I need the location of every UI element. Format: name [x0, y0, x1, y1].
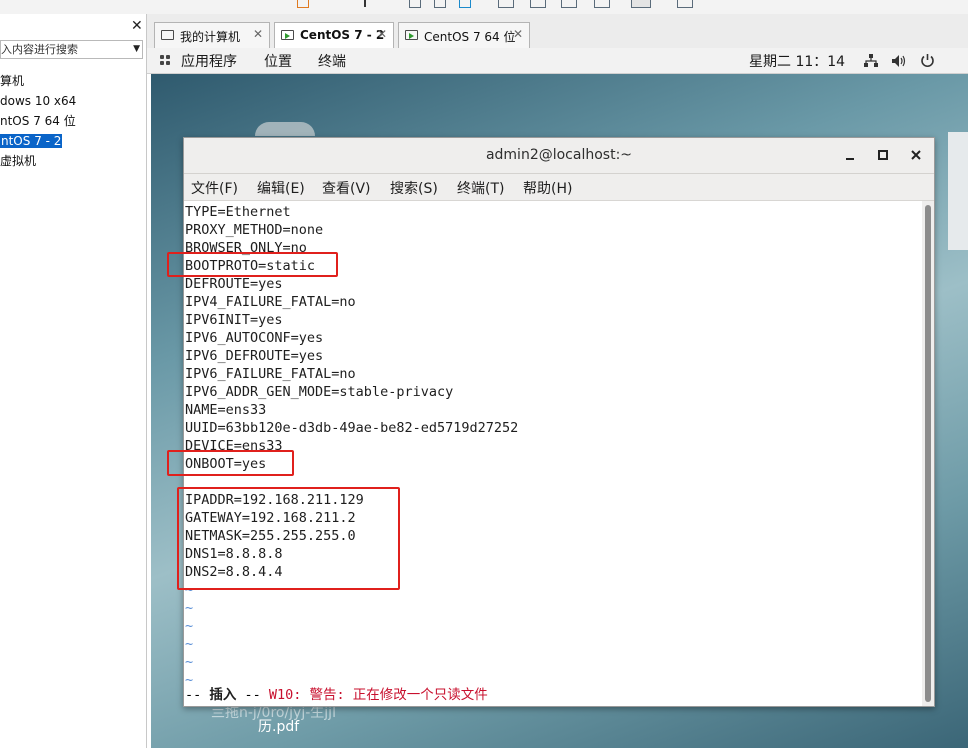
terminal-scrollbar[interactable] [922, 201, 934, 706]
fullscreen-icon[interactable] [561, 0, 577, 8]
menu-file[interactable]: 文件(F) [191, 178, 238, 198]
vim-empty-line: ~ [185, 618, 194, 634]
tree-item-shared-vms[interactable]: 虚拟机 [0, 151, 146, 171]
tree-item-windows10[interactable]: dows 10 x64 [0, 91, 146, 111]
tab-label: 我的计算机 [180, 30, 241, 44]
thumbnail-icon[interactable] [631, 0, 651, 8]
vmware-toolbar [0, 0, 968, 15]
library-panel: ✕ ▼ 算机 dows 10 x64 ntOS 7 64 位 ntOS 7 - … [0, 14, 147, 748]
vim-warning: W10: 警告: 正在修改一个只读文件 [268, 687, 488, 703]
computer-icon [161, 30, 174, 40]
vim-status-line: -- 插入 -- W10: 警告: 正在修改一个只读文件 [185, 687, 488, 703]
terminal-line: NAME=ens33 [185, 402, 267, 418]
tab-label: CentOS 7 64 位 [424, 30, 516, 44]
applications-icon [160, 55, 171, 66]
tab-my-computer[interactable]: 我的计算机 ✕ [154, 22, 270, 48]
chevron-down-icon[interactable]: ▼ [133, 44, 140, 54]
menu-help[interactable]: 帮助(H) [523, 178, 572, 198]
vm-tab-bar: 我的计算机 ✕ CentOS 7 - 2 ✕ CentOS 7 64 位 ✕ [147, 14, 968, 49]
desktop-side-panel [948, 132, 968, 250]
terminal-menubar: 文件(F) 编辑(E) 查看(V) 搜索(S) 终端(T) 帮助(H) [184, 174, 934, 201]
highlight-network-config [177, 487, 400, 590]
tab-label: CentOS 7 - 2 [300, 28, 385, 42]
terminal-line: TYPE=Ethernet [185, 204, 291, 220]
vm-running-icon [281, 30, 294, 40]
close-library-icon[interactable]: ✕ [131, 18, 143, 34]
menu-terminal[interactable]: 终端(T) [457, 178, 504, 198]
library-search-input[interactable] [1, 41, 127, 58]
vim-empty-line: ~ [185, 654, 194, 670]
terminal-line: IPV6_ADDR_GEN_MODE=stable-privacy [185, 384, 454, 400]
terminal-titlebar[interactable]: admin2@localhost:~ [184, 138, 934, 174]
tree-item-my-computer[interactable]: 算机 [0, 71, 146, 91]
terminal-window: admin2@localhost:~ 文件(F) 编辑(E) 查看(V) 搜索(… [183, 137, 935, 707]
highlight-bootproto [167, 252, 338, 277]
snapshot-icon[interactable] [297, 0, 309, 8]
terminal-line: IPV6_FAILURE_FATAL=no [185, 366, 356, 382]
close-icon[interactable] [907, 146, 925, 164]
volume-icon[interactable] [891, 54, 907, 68]
vim-empty-line: ~ [185, 600, 194, 616]
maximize-icon[interactable] [874, 146, 892, 164]
power-icon[interactable] [920, 53, 935, 68]
vm-running-icon [405, 30, 418, 40]
menu-edit[interactable]: 编辑(E) [257, 178, 305, 198]
terminal-menu[interactable]: 终端 [318, 51, 346, 71]
terminal-line: IPV6INIT=yes [185, 312, 283, 328]
places-menu[interactable]: 位置 [264, 51, 292, 71]
minimize-icon[interactable] [841, 146, 859, 164]
vim-mode: 插入 [209, 687, 237, 703]
scrollbar-thumb[interactable] [925, 205, 931, 702]
menu-search[interactable]: 搜索(S) [390, 178, 438, 198]
desktop-file-label[interactable]: 历.pdf [258, 716, 299, 736]
vim-empty-line: ~ [185, 672, 194, 688]
highlight-onboot [167, 450, 294, 476]
close-icon[interactable]: ✕ [253, 27, 263, 41]
applications-menu[interactable]: 应用程序 [181, 51, 237, 71]
tree-item-centos7-2[interactable]: ntOS 7 - 2 [0, 131, 146, 151]
tab-centos7-2[interactable]: CentOS 7 - 2 ✕ [274, 22, 394, 48]
library-tree: 算机 dows 10 x64 ntOS 7 64 位 ntOS 7 - 2 虚拟… [0, 71, 146, 171]
library-search[interactable]: ▼ [0, 40, 143, 59]
send-keys-icon[interactable] [364, 0, 370, 7]
network-icon[interactable] [864, 54, 878, 68]
tab-centos7-64[interactable]: CentOS 7 64 位 ✕ [398, 22, 530, 48]
terminal-line: IPV6_DEFROUTE=yes [185, 348, 324, 364]
view-icon[interactable] [498, 0, 514, 8]
suspend-icon[interactable] [434, 0, 446, 8]
terminal-line: IPV6_AUTOCONF=yes [185, 330, 324, 346]
console-icon[interactable] [530, 0, 546, 8]
menu-view[interactable]: 查看(V) [322, 178, 371, 198]
tree-item-centos7-64[interactable]: ntOS 7 64 位 [0, 111, 146, 131]
stretch-icon[interactable] [677, 0, 693, 8]
vim-empty-line: ~ [185, 636, 194, 652]
desktop-icon-trash[interactable] [255, 122, 315, 136]
close-icon[interactable]: ✕ [513, 27, 523, 41]
terminal-line: PROXY_METHOD=none [185, 222, 324, 238]
close-icon[interactable]: ✕ [377, 27, 387, 41]
clock[interactable]: 星期二 11：14 [749, 51, 845, 71]
terminal-line: DEFROUTE=yes [185, 276, 283, 292]
restart-icon[interactable] [459, 0, 471, 8]
terminal-line: IPV4_FAILURE_FATAL=no [185, 294, 356, 310]
terminal-line: UUID=63bb120e-d3db-49ae-be82-ed5719d2725… [185, 420, 519, 436]
gnome-top-bar: 应用程序 位置 终端 星期二 11：14 [147, 48, 968, 74]
unity-icon[interactable] [594, 0, 610, 8]
power-icon[interactable] [409, 0, 421, 8]
terminal-title: admin2@localhost:~ [485, 147, 633, 163]
